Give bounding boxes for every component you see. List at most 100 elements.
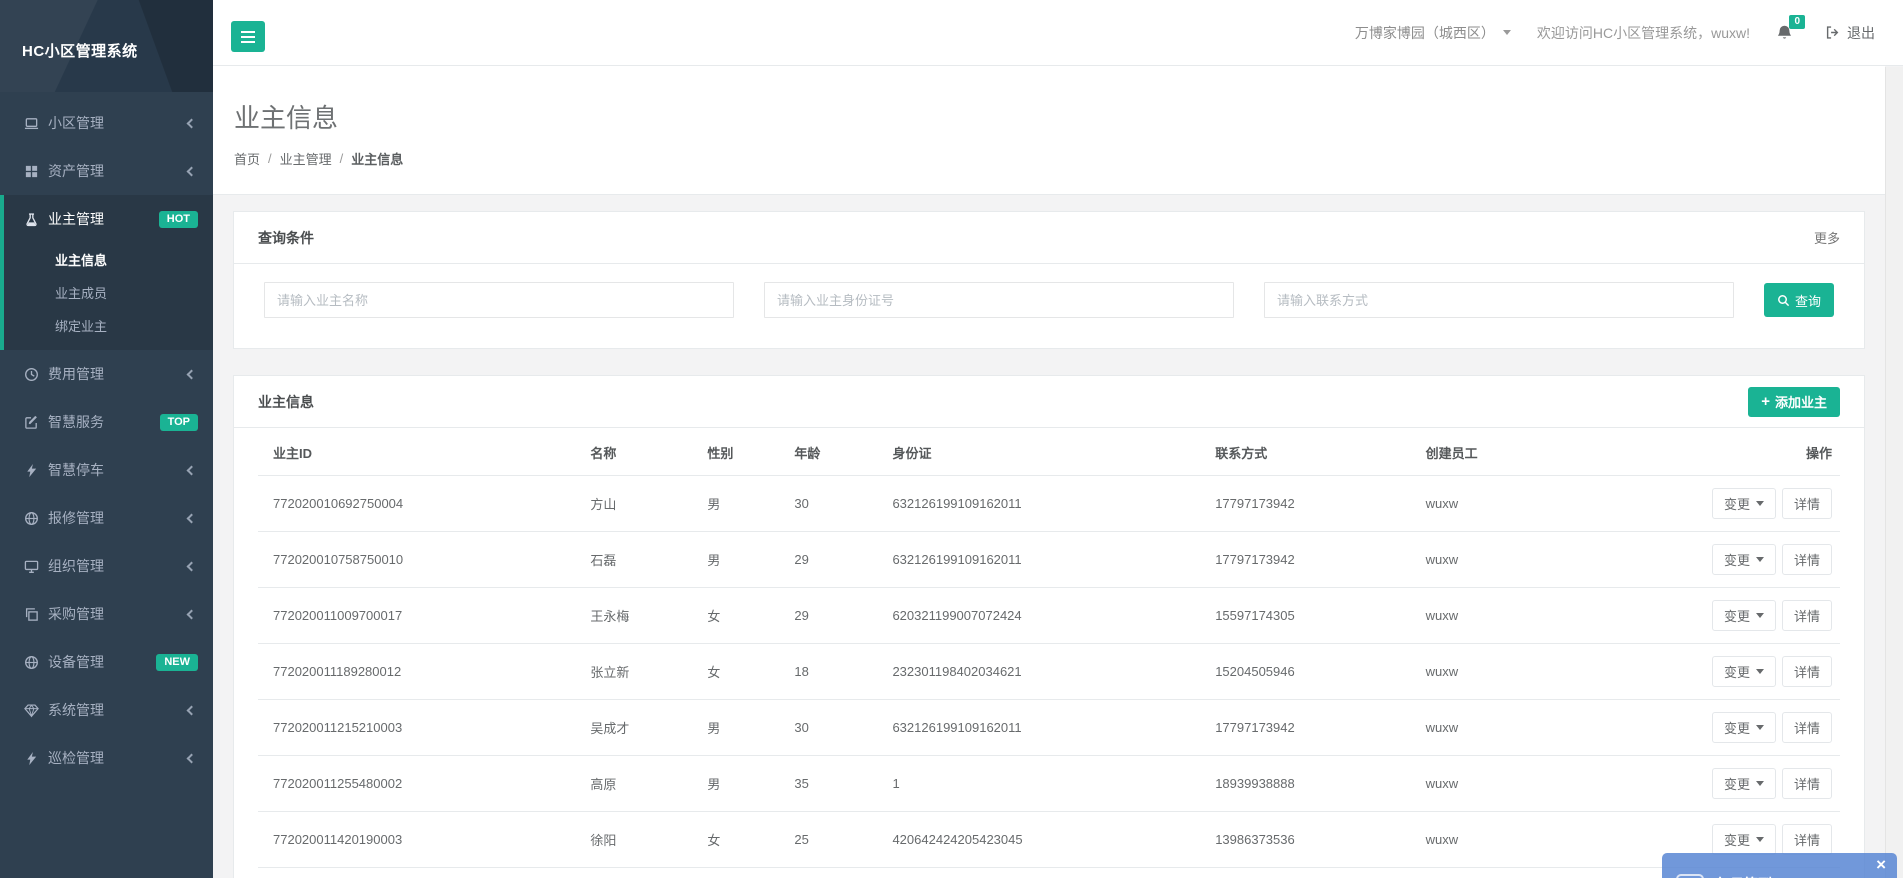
table-row: 772020011255480002 高原 男 35 1 18939938888… <box>258 756 1840 812</box>
cell-gender: 男 <box>699 756 786 812</box>
cell-name: 张立新 <box>582 644 699 700</box>
detail-button[interactable]: 详情 <box>1782 712 1832 743</box>
change-button[interactable]: 变更 <box>1712 824 1776 855</box>
side-menu: 小区管理 资产管理 业主管理 HOT 业主信息业主成员绑定业主 费用管理 <box>0 92 213 782</box>
sidebar-toggle-button[interactable] <box>231 21 265 52</box>
sidebar-item-4[interactable]: 智慧服务 TOP <box>0 398 213 446</box>
cell-age: 30 <box>786 476 884 532</box>
sidebar-subitem-2-2[interactable]: 绑定业主 <box>4 309 213 342</box>
owner-phone-input[interactable] <box>1264 282 1734 318</box>
chevron-down-icon <box>1756 501 1764 506</box>
change-button[interactable]: 变更 <box>1712 600 1776 631</box>
change-button[interactable]: 变更 <box>1712 544 1776 575</box>
sidebar-subitem-2-1[interactable]: 业主成员 <box>4 276 213 309</box>
sidebar-item-11[interactable]: 巡检管理 <box>0 734 213 782</box>
globe-icon <box>24 655 48 670</box>
col-name: 名称 <box>582 428 699 476</box>
menu-badge: NEW <box>156 654 198 671</box>
chevron-left-icon <box>187 561 197 571</box>
change-button[interactable]: 变更 <box>1712 768 1776 799</box>
chevron-left-icon <box>187 369 197 379</box>
cell-idcard: 632126199109162011 <box>884 532 1207 588</box>
notification-badge: 0 <box>1789 15 1805 29</box>
cell-age: 18 <box>786 644 884 700</box>
sidebar-item-8[interactable]: 采购管理 <box>0 590 213 638</box>
chevron-down-icon <box>1756 669 1764 674</box>
breadcrumb-parent[interactable]: 业主管理 <box>280 149 332 168</box>
sidebar-item-1[interactable]: 资产管理 <box>0 147 213 195</box>
table-row: 772020011189280012 张立新 女 18 232301198402… <box>258 644 1840 700</box>
change-button[interactable]: 变更 <box>1712 656 1776 687</box>
edit-icon <box>24 415 48 430</box>
community-selector[interactable]: 万博家博园（城西区） <box>1355 23 1511 43</box>
breadcrumb: 首页 / 业主管理 / 业主信息 <box>234 149 1865 168</box>
cell-gender: 女 <box>699 812 786 868</box>
breadcrumb-home[interactable]: 首页 <box>234 149 260 168</box>
detail-button[interactable]: 详情 <box>1782 544 1832 575</box>
sidebar-item-7[interactable]: 组织管理 <box>0 542 213 590</box>
table-row: 772020012070870040 胡德 男 30 13776644873 w… <box>258 868 1840 878</box>
change-button[interactable]: 变更 <box>1712 488 1776 519</box>
change-button[interactable]: 变更 <box>1712 712 1776 743</box>
cell-creator: wuxw <box>1418 868 1636 878</box>
detail-button[interactable]: 详情 <box>1782 824 1832 855</box>
query-panel-title: 查询条件 <box>258 228 314 248</box>
cell-name: 石磊 <box>582 532 699 588</box>
cell-owner-id: 772020012070870040 <box>258 868 582 878</box>
cell-phone: 15204505946 <box>1207 644 1417 700</box>
detail-button[interactable]: 详情 <box>1782 656 1832 687</box>
notifications-button[interactable]: 0 <box>1776 24 1793 41</box>
col-owner-id: 业主ID <box>258 428 582 476</box>
daily-signin-label: 每日签到 <box>1716 874 1772 878</box>
sidebar-item-3[interactable]: 费用管理 <box>0 350 213 398</box>
cell-owner-id: 772020011009700017 <box>258 588 582 644</box>
col-idcard: 身份证 <box>884 428 1207 476</box>
laptop-icon <box>24 116 48 131</box>
cell-phone: 17797173942 <box>1207 700 1417 756</box>
cell-owner-id: 772020011215210003 <box>258 700 582 756</box>
page-heading: 业主信息 首页 / 业主管理 / 业主信息 <box>213 66 1885 195</box>
cell-name: 方山 <box>582 476 699 532</box>
desktop-icon <box>24 559 48 574</box>
detail-button[interactable]: 详情 <box>1782 600 1832 631</box>
col-actions: 操作 <box>1636 428 1840 476</box>
cell-idcard: 232301198402034621 <box>884 644 1207 700</box>
gem-icon <box>24 703 48 718</box>
plus-icon: + <box>1761 394 1770 409</box>
owner-name-input[interactable] <box>264 282 734 318</box>
sidebar-item-10[interactable]: 系统管理 <box>0 686 213 734</box>
scrollbar[interactable] <box>1885 67 1903 878</box>
sidebar-item-6[interactable]: 报修管理 <box>0 494 213 542</box>
sidebar-subitem-2-0[interactable]: 业主信息 <box>4 243 213 276</box>
close-icon[interactable]: × <box>1876 856 1886 873</box>
table-row: 772020010758750010 石磊 男 29 6321261991091… <box>258 532 1840 588</box>
sidebar-item-5[interactable]: 智慧停车 <box>0 446 213 494</box>
cell-name: 高原 <box>582 756 699 812</box>
menu-badge: HOT <box>159 211 198 228</box>
cell-phone: 17797173942 <box>1207 532 1417 588</box>
cell-age: 25 <box>786 812 884 868</box>
logout-button[interactable]: 退出 <box>1825 23 1875 43</box>
sidebar-item-2[interactable]: 业主管理 HOT <box>4 195 213 243</box>
owner-idcard-input[interactable] <box>764 282 1234 318</box>
cell-creator: wuxw <box>1418 532 1636 588</box>
chevron-left-icon <box>187 118 197 128</box>
sidebar-item-9[interactable]: 设备管理 NEW <box>0 638 213 686</box>
add-owner-button[interactable]: + 添加业主 <box>1748 387 1840 417</box>
chevron-left-icon <box>187 753 197 763</box>
chevron-down-icon <box>1756 613 1764 618</box>
breadcrumb-current: 业主信息 <box>351 149 403 168</box>
cell-owner-id: 772020010692750004 <box>258 476 582 532</box>
more-link[interactable]: 更多 <box>1814 228 1840 247</box>
sidebar-item-0[interactable]: 小区管理 <box>0 99 213 147</box>
detail-button[interactable]: 详情 <box>1782 488 1832 519</box>
search-button[interactable]: 查询 <box>1764 283 1834 317</box>
cell-name: 王永梅 <box>582 588 699 644</box>
sidebar: HC小区管理系统 小区管理 资产管理 业主管理 HOT 业主信息业主成员绑定业主… <box>0 0 213 878</box>
query-panel: 查询条件 更多 查询 <box>233 211 1865 349</box>
cell-name: 胡德 <box>582 868 699 878</box>
app-logo: HC小区管理系统 <box>0 0 213 92</box>
detail-button[interactable]: 详情 <box>1782 768 1832 799</box>
cell-phone: 13776644873 <box>1207 868 1417 878</box>
daily-signin-widget[interactable]: 每日签到 × <box>1662 853 1897 878</box>
